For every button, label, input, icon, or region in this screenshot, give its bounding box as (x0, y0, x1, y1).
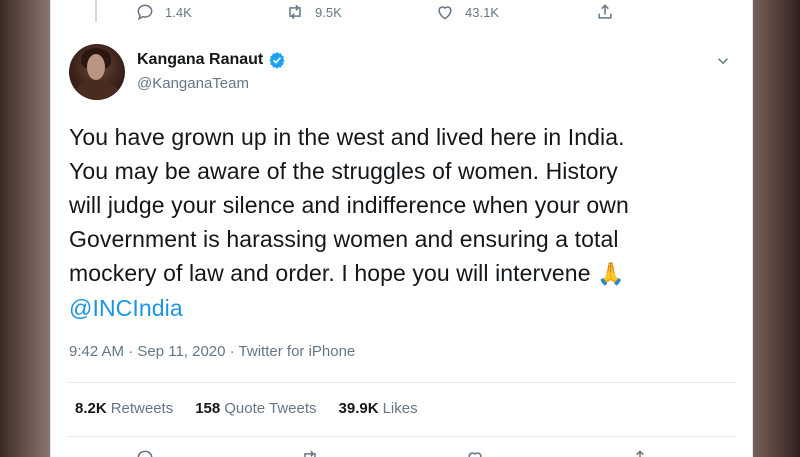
share-icon[interactable] (630, 448, 650, 457)
author-name-row: Kangana Ranaut (137, 51, 286, 69)
tweet-actions (135, 448, 650, 457)
divider (67, 436, 736, 437)
quote-tweets-label: Quote Tweets (224, 400, 317, 417)
thread-connector-line (95, 0, 97, 22)
background-left (0, 0, 50, 457)
previous-retweet-count: 9.5K (315, 4, 342, 20)
previous-like-button[interactable]: 43.1K (435, 2, 595, 22)
share-icon (598, 4, 612, 19)
background-right (750, 0, 800, 457)
folded-hands-emoji: 🙏 (597, 261, 625, 286)
quote-tweets-stat[interactable]: 158 Quote Tweets (195, 400, 316, 417)
tweet-timestamp-source[interactable]: 9:42 AM · Sep 11, 2020 · Twitter for iPh… (69, 343, 355, 360)
retweets-count: 8.2K (75, 400, 107, 417)
retweet-icon[interactable] (300, 448, 320, 457)
reply-icon[interactable] (135, 448, 155, 457)
tweet-text-line: mockery of law and order. I hope you wil… (69, 260, 591, 286)
chevron-down-icon[interactable] (714, 52, 732, 70)
likes-label: Likes (382, 400, 418, 417)
heart-icon[interactable] (465, 448, 485, 457)
tweet-text: You have grown up in the west and lived … (69, 120, 739, 325)
tweet-header: Kangana Ranaut @KanganaTeam (69, 44, 732, 104)
heart-icon (438, 6, 452, 20)
likes-count: 39.9K (338, 400, 379, 417)
mention-link[interactable]: @INCIndia (69, 295, 183, 321)
tweet-stats: 8.2K Retweets 158 Quote Tweets 39.9K Likes (75, 400, 418, 417)
previous-reply-count: 1.4K (165, 4, 192, 20)
previous-share-button[interactable] (595, 2, 615, 22)
previous-reply-button[interactable]: 1.4K (135, 2, 285, 22)
avatar[interactable] (69, 44, 125, 100)
tweet-text-line: Government is harassing women and ensuri… (69, 226, 619, 252)
tweet-card: 1.4K 9.5K 43.1K Kangana Ranaut @KanganaT… (50, 0, 753, 457)
tweet-text-line-with-emoji: mockery of law and order. I hope you wil… (69, 256, 739, 291)
verified-badge-icon (269, 52, 285, 69)
author-name[interactable]: Kangana Ranaut (137, 51, 263, 69)
previous-tweet-actions: 1.4K 9.5K 43.1K (135, 2, 615, 22)
likes-stat[interactable]: 39.9K Likes (339, 400, 418, 417)
retweet-icon (289, 4, 301, 20)
tweet-text-line: You have grown up in the west and lived … (69, 124, 625, 150)
tweet-text-line: will judge your silence and indifference… (69, 192, 629, 218)
reply-icon (137, 4, 153, 21)
previous-retweet-button[interactable]: 9.5K (285, 2, 435, 22)
tweet-text-line: You may be aware of the struggles of wom… (69, 158, 618, 184)
author-handle[interactable]: @KanganaTeam (137, 75, 249, 92)
retweets-label: Retweets (110, 400, 174, 417)
divider (67, 382, 736, 383)
quote-tweets-count: 158 (195, 400, 221, 417)
previous-like-count: 43.1K (465, 4, 499, 20)
retweets-stat[interactable]: 8.2K Retweets (75, 400, 173, 417)
